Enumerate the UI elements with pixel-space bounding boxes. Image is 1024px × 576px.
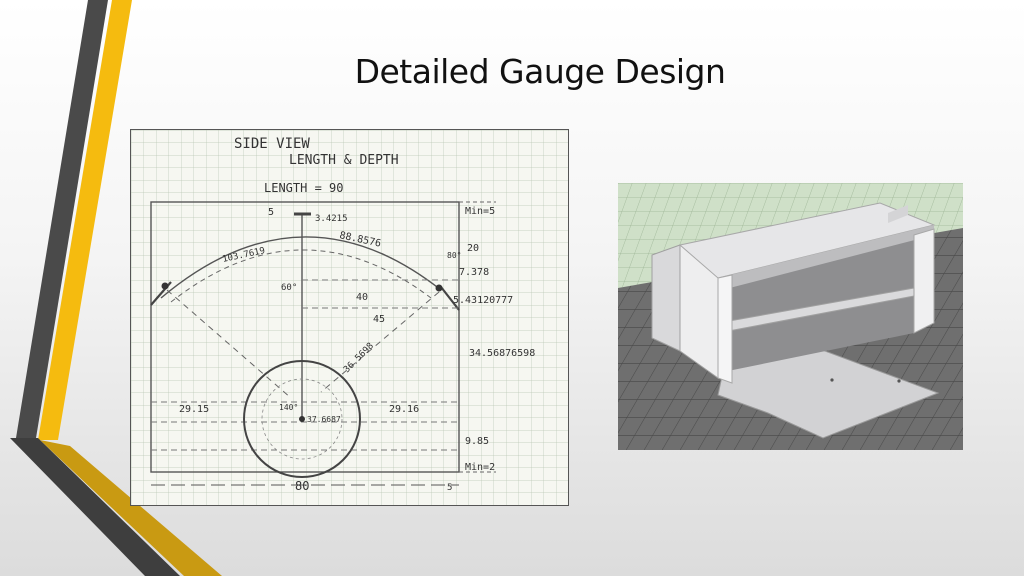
label-37-6687: 37.6687 bbox=[307, 415, 341, 424]
slide: Detailed Gauge Design SIDE VIEW LENGTH &… bbox=[0, 0, 1024, 576]
label-bottom-80: 80 bbox=[295, 479, 309, 493]
label-min-5: Min=5 bbox=[465, 206, 495, 217]
label-subheading: LENGTH & DEPTH bbox=[289, 153, 399, 168]
part-left-wall bbox=[651, 244, 681, 352]
graph-paper-grid bbox=[131, 130, 568, 505]
label-9-85: 9.85 bbox=[465, 436, 489, 447]
label-length-note: LENGTH = 90 bbox=[264, 181, 343, 195]
label-7-378: 7.378 bbox=[459, 267, 489, 278]
label-60: 60° bbox=[281, 283, 297, 293]
part-hole-2 bbox=[897, 379, 901, 383]
gauge-3d-render bbox=[618, 183, 963, 450]
pivot-dot bbox=[299, 416, 305, 422]
arc-dot-left bbox=[161, 282, 169, 290]
label-bottom-5: 5 bbox=[447, 483, 452, 493]
label-29-15: 29.15 bbox=[179, 404, 209, 415]
sketch-drawing: SIDE VIEW LENGTH & DEPTH LENGTH = 90 5 3… bbox=[131, 130, 568, 505]
label-45: 45 bbox=[373, 314, 385, 325]
label-min-2: Min=2 bbox=[465, 462, 495, 473]
label-5-43: 5.43120777 bbox=[453, 295, 513, 306]
side-view-sketch: SIDE VIEW LENGTH & DEPTH LENGTH = 90 5 3… bbox=[130, 129, 569, 506]
label-40: 40 bbox=[356, 292, 368, 303]
slide-title: Detailed Gauge Design bbox=[354, 52, 726, 91]
label-29-16: 29.16 bbox=[389, 404, 419, 415]
part-front-post bbox=[717, 274, 733, 384]
label-140: 140° bbox=[279, 403, 298, 412]
part-hole-1 bbox=[830, 378, 834, 382]
render-scene bbox=[618, 183, 963, 450]
label-20: 20 bbox=[467, 243, 479, 254]
label-80: 80° bbox=[447, 251, 461, 260]
label-top-5: 5 bbox=[268, 207, 274, 218]
part-right-wall bbox=[913, 228, 935, 334]
label-34-568: 34.56876598 bbox=[469, 348, 535, 359]
label-3-4215: 3.4215 bbox=[315, 214, 348, 224]
label-heading: SIDE VIEW bbox=[234, 136, 310, 152]
arc-dot-right bbox=[435, 284, 443, 292]
